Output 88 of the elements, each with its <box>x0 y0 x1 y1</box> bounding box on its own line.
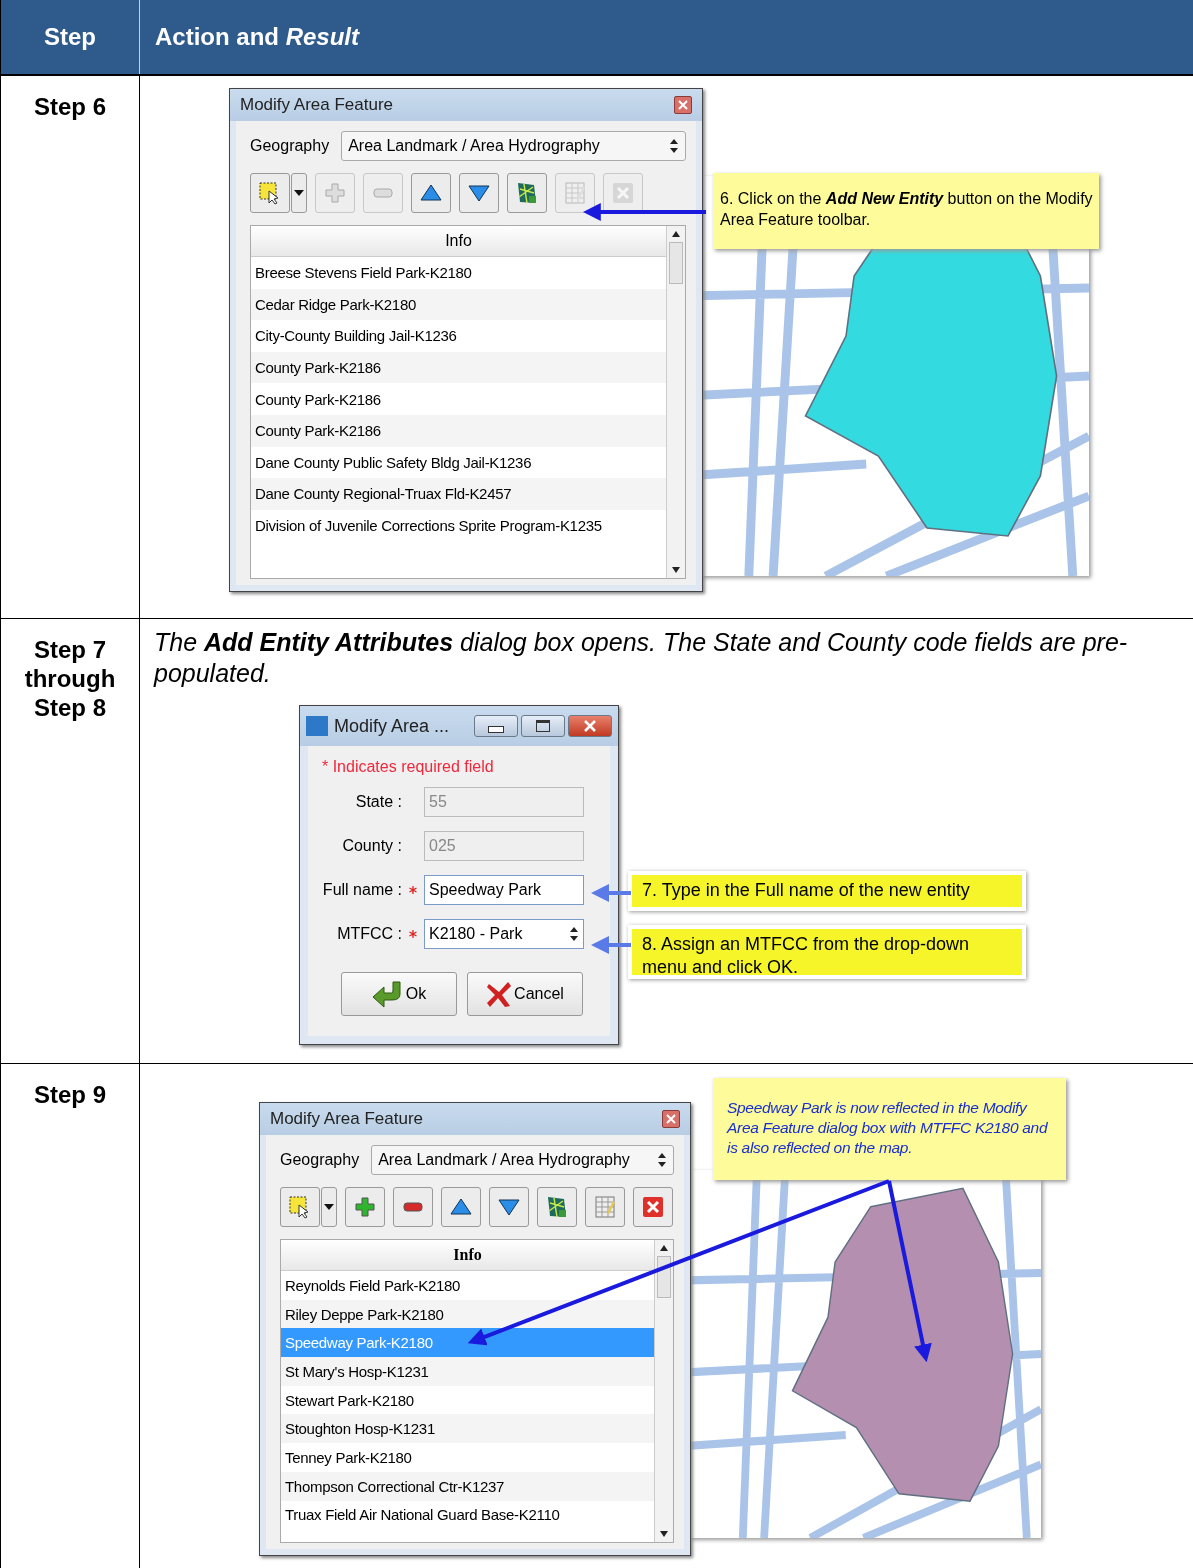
up-down-arrows-icon <box>669 138 679 154</box>
list-item[interactable]: Division of Juvenile Corrections Sprite Program-K1235 <box>251 509 666 542</box>
minimize-icon <box>488 725 504 733</box>
map-tool-button[interactable] <box>507 173 547 213</box>
close-icon <box>584 720 596 732</box>
dropdown-button[interactable] <box>291 173 307 213</box>
dropdown[interactable]: K2180 - Park <box>424 919 584 949</box>
scrollbar[interactable] <box>666 226 685 578</box>
window-title: Modify Area Feature <box>270 1109 424 1129</box>
up-down-arrows-icon <box>569 926 579 942</box>
plus-icon <box>323 181 347 205</box>
scrollbar[interactable] <box>654 1240 673 1542</box>
list-item[interactable]: Breese Stevens Field Park-K2180 <box>251 257 666 289</box>
x-icon <box>641 1195 665 1219</box>
app-icon <box>306 716 328 736</box>
close-button[interactable] <box>662 1110 680 1128</box>
field-label: Geography <box>250 137 330 155</box>
field-label: MTFCC : <box>336 925 402 943</box>
ok-button[interactable]: Ok <box>341 972 457 1016</box>
window-title: Modify Area ... <box>334 715 450 737</box>
field-label: County : <box>341 837 402 855</box>
add-tool-button[interactable] <box>345 1187 385 1227</box>
callout-note: Speedway Park is now reflected in the Modify Area Feature dialog box with MTFFC K2180 and is also reflected on the map. <box>713 1078 1066 1180</box>
list-item[interactable]: St Mary's Hosp-K1231 <box>281 1357 654 1386</box>
minimize-button[interactable] <box>474 715 518 737</box>
list-item[interactable]: Stewart Park-K2180 <box>281 1385 654 1415</box>
x-icon <box>486 980 513 1008</box>
up-arrow-icon <box>659 1244 669 1252</box>
plus-icon <box>353 1195 377 1219</box>
maximize-button[interactable] <box>521 715 565 737</box>
close-button[interactable] <box>568 715 612 737</box>
list-item[interactable]: Truax Field Air National Guard Base-K2110 <box>281 1500 654 1530</box>
return-arrow-icon <box>371 980 404 1008</box>
table-icon <box>593 1195 617 1219</box>
column-header: Step <box>44 23 96 51</box>
close-icon <box>666 1114 676 1124</box>
required-note: * Indicates required field <box>322 758 495 776</box>
map-icon <box>515 181 539 205</box>
cancel-button[interactable]: Cancel <box>467 972 583 1016</box>
arrow <box>591 884 631 902</box>
step-label: Step 7 through Step 8 <box>23 635 117 722</box>
close-icon <box>678 100 688 110</box>
map-icon <box>545 1195 569 1219</box>
list-item[interactable]: Cedar Ridge Park-K2180 <box>251 288 666 321</box>
down-tool-button[interactable] <box>489 1187 529 1227</box>
close-button[interactable] <box>674 96 692 114</box>
callout-note: 6. Click on the Add New Entity button on the Modify Area Feature toolbar. <box>713 173 1099 249</box>
list-item[interactable]: County Park-K2186 <box>251 351 666 384</box>
list-item[interactable]: County Park-K2186 <box>251 383 666 415</box>
list-item[interactable]: Dane County Regional-Truax Fld-K2457 <box>251 478 666 510</box>
caret-icon <box>324 1204 334 1210</box>
down-tool-button[interactable] <box>459 173 499 213</box>
caret-icon <box>294 190 304 196</box>
column-header: Action and Result <box>155 23 360 51</box>
dropdown-button[interactable] <box>321 1187 337 1227</box>
list-item[interactable]: Dane County Public Safety Bldg Jail-K1236 <box>251 446 666 479</box>
scrollbar-thumb[interactable] <box>657 1256 671 1298</box>
delete-tool-button[interactable] <box>633 1187 673 1227</box>
step-description: The Add Entity Attributes dialog box opens. The State and County code fields are pre-populated. <box>154 627 1129 689</box>
window-title: Modify Area Feature <box>240 95 394 115</box>
arrow <box>591 936 631 954</box>
step-label: Step 9 <box>33 1080 107 1109</box>
geography-dropdown[interactable]: Area Landmark / Area Hydrography <box>341 131 686 161</box>
list-item[interactable]: Reynolds Field Park-K2180 <box>281 1271 654 1300</box>
step-label: Step 6 <box>33 92 107 121</box>
down-arrow-icon <box>659 1530 669 1538</box>
x-icon <box>611 181 635 205</box>
down-arrow-icon <box>671 566 681 574</box>
list-item[interactable]: Tenney Park-K2180 <box>281 1443 654 1472</box>
list-item[interactable]: City-County Building Jail-K1236 <box>251 320 666 352</box>
list-item[interactable]: Riley Deppe Park-K2180 <box>281 1299 654 1329</box>
up-arrow-icon <box>671 230 681 238</box>
list-item[interactable]: Stoughton Hosp-K1231 <box>281 1414 654 1444</box>
table-icon <box>563 181 587 205</box>
field-label: State : <box>354 793 402 811</box>
field-label: Geography <box>280 1151 360 1169</box>
field-label: Full name : <box>322 881 402 899</box>
scrollbar-thumb[interactable] <box>669 242 683 284</box>
remove-tool-button[interactable] <box>393 1187 433 1227</box>
geography-dropdown[interactable]: Area Landmark / Area Hydrography <box>371 1145 674 1175</box>
map-tool-button[interactable] <box>537 1187 577 1227</box>
maximize-icon <box>536 720 550 732</box>
list-item[interactable]: County Park-K2186 <box>251 414 666 447</box>
up-down-arrows-icon <box>657 1152 667 1168</box>
up-tool-button[interactable] <box>441 1187 481 1227</box>
list-item[interactable]: Thompson Correctional Ctr-K1237 <box>281 1471 654 1501</box>
up-tool-button[interactable] <box>411 173 451 213</box>
input-field[interactable]: Speedway Park <box>424 875 584 905</box>
